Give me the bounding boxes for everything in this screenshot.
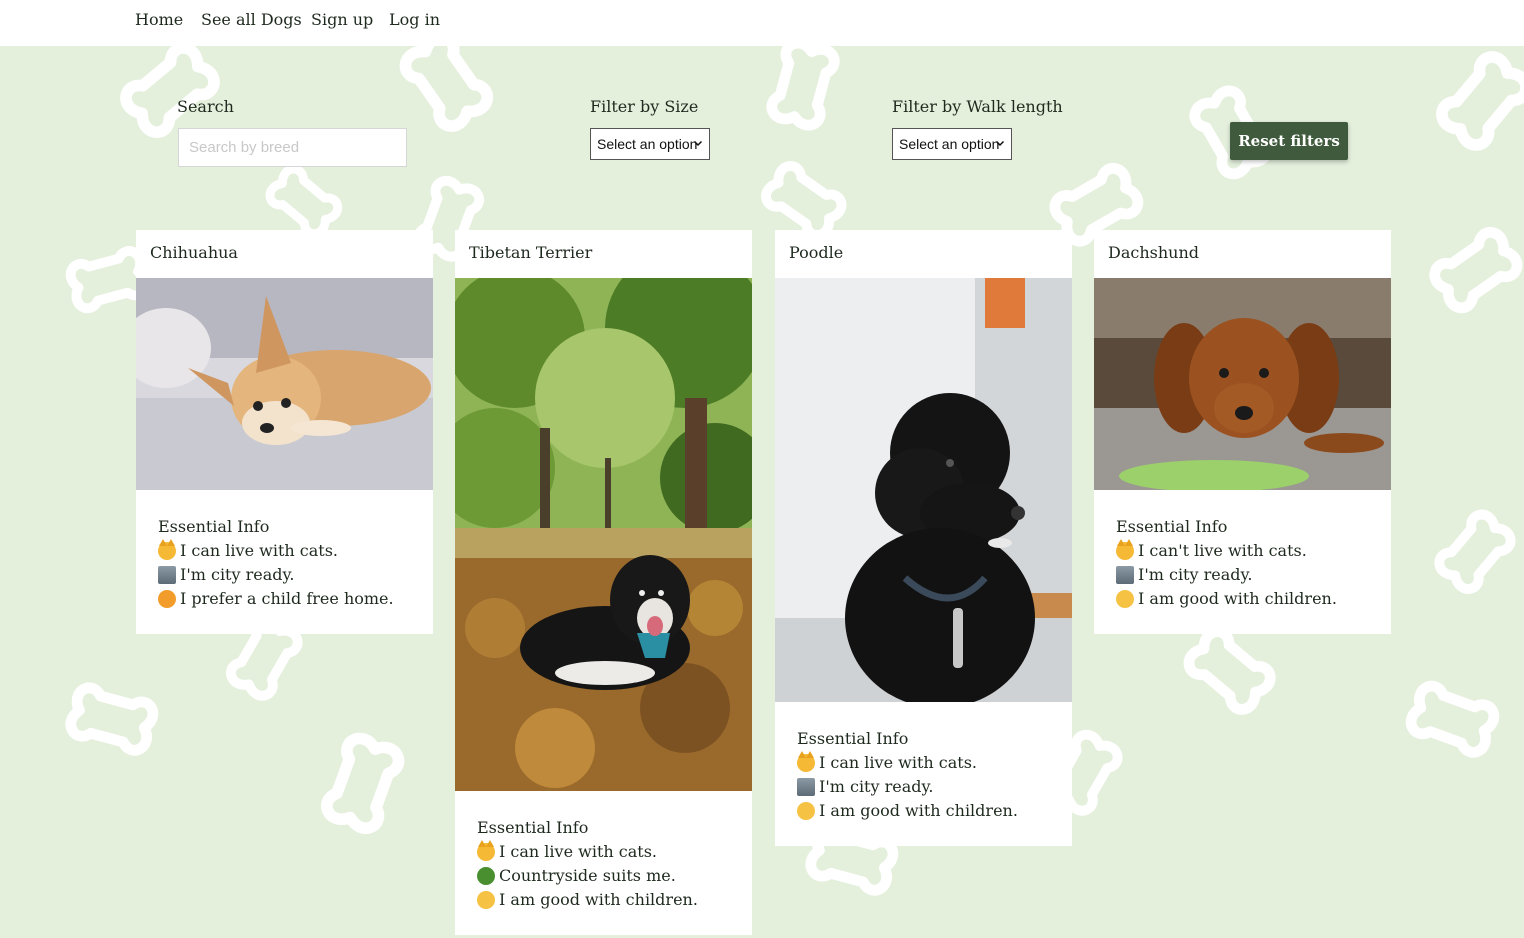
essential-info-heading: Essential Info	[477, 818, 589, 837]
info-row-countryside: Countryside suits me.	[477, 864, 698, 888]
size-filter-select[interactable]: Select an option	[590, 128, 710, 160]
info-row-cats: I can live with cats.	[477, 840, 698, 864]
info-row-children: I am good with children.	[477, 888, 698, 912]
info-text: I'm city ready.	[819, 777, 934, 796]
info-text: I can live with cats.	[819, 753, 977, 772]
nav-link-home[interactable]: Home	[135, 10, 183, 29]
dog-card-title: Tibetan Terrier	[469, 243, 593, 262]
essential-info: Essential Info I can live with cats. I'm…	[158, 515, 394, 611]
search-label: Search	[177, 97, 234, 116]
essential-info: Essential Info I can live with cats. Cou…	[477, 816, 698, 912]
child-face-icon	[477, 891, 495, 909]
dog-card-title: Chihuahua	[150, 243, 238, 262]
walk-filter-label: Filter by Walk length	[892, 97, 1063, 116]
chevron-down-icon	[995, 140, 1005, 147]
city-building-icon	[1116, 566, 1134, 584]
dog-card-dachshund[interactable]: Dachshund Essential Info I can't live wi…	[1094, 230, 1391, 634]
top-nav: Home See all Dogs Sign up Log in	[0, 0, 1524, 46]
nav-link-see-all-dogs[interactable]: See all Dogs	[201, 10, 302, 29]
dog-card-title: Poodle	[789, 243, 844, 262]
walk-filter-select[interactable]: Select an option	[892, 128, 1012, 160]
nav-link-log-in[interactable]: Log in	[389, 10, 440, 29]
city-building-icon	[797, 778, 815, 796]
cat-face-icon	[158, 539, 176, 560]
child-no-icon	[158, 590, 176, 608]
tree-icon	[477, 867, 495, 885]
filter-bar: Search Filter by Size Select an option F…	[0, 46, 1524, 206]
info-row-children: I am good with children.	[1116, 587, 1337, 611]
info-row-cats: I can live with cats.	[797, 751, 1018, 775]
essential-info-heading: Essential Info	[158, 517, 270, 536]
info-row-city: I'm city ready.	[1116, 563, 1337, 587]
dog-photo-dachshund	[1094, 278, 1391, 490]
dog-card-chihuahua[interactable]: Chihuahua Essential Info I can live with…	[136, 230, 433, 634]
info-row-city: I'm city ready.	[797, 775, 1018, 799]
size-filter-label: Filter by Size	[590, 97, 699, 116]
walk-filter-value: Select an option	[899, 136, 1000, 152]
dog-photo-chihuahua	[136, 278, 433, 490]
child-face-icon	[1116, 590, 1134, 608]
reset-filters-button[interactable]: Reset filters	[1230, 122, 1348, 160]
search-input[interactable]	[178, 128, 407, 167]
essential-info-heading: Essential Info	[797, 729, 909, 748]
city-building-icon	[158, 566, 176, 584]
essential-info: Essential Info I can live with cats. I'm…	[797, 727, 1018, 823]
essential-info-heading: Essential Info	[1116, 517, 1228, 536]
info-text: I am good with children.	[819, 801, 1018, 820]
info-text: I'm city ready.	[1138, 565, 1253, 584]
info-row-cats: I can live with cats.	[158, 539, 394, 563]
info-text: I can live with cats.	[499, 842, 657, 861]
cat-face-icon	[1116, 539, 1134, 560]
cat-face-icon	[477, 840, 495, 861]
info-row-children: I am good with children.	[797, 799, 1018, 823]
dog-card-tibetan-terrier[interactable]: Tibetan Terrier Essential Info I can liv…	[455, 230, 752, 935]
info-row-city: I'm city ready.	[158, 563, 394, 587]
info-text: I can't live with cats.	[1138, 541, 1307, 560]
essential-info: Essential Info I can't live with cats. I…	[1116, 515, 1337, 611]
nav-link-sign-up[interactable]: Sign up	[311, 10, 373, 29]
info-text: I can live with cats.	[180, 541, 338, 560]
info-text: I prefer a child free home.	[180, 589, 394, 608]
child-face-icon	[797, 802, 815, 820]
cat-face-icon	[797, 751, 815, 772]
info-row-children: I prefer a child free home.	[158, 587, 394, 611]
chevron-down-icon	[693, 140, 703, 147]
dog-card-poodle[interactable]: Poodle Essential Info I can live with ca…	[775, 230, 1072, 846]
info-text: Countryside suits me.	[499, 866, 676, 885]
info-row-cats: I can't live with cats.	[1116, 539, 1337, 563]
dog-photo-tibetan-terrier	[455, 278, 752, 791]
dog-photo-poodle	[775, 278, 1072, 702]
dog-card-title: Dachshund	[1108, 243, 1199, 262]
info-text: I'm city ready.	[180, 565, 295, 584]
info-text: I am good with children.	[1138, 589, 1337, 608]
info-text: I am good with children.	[499, 890, 698, 909]
size-filter-value: Select an option	[597, 136, 698, 152]
